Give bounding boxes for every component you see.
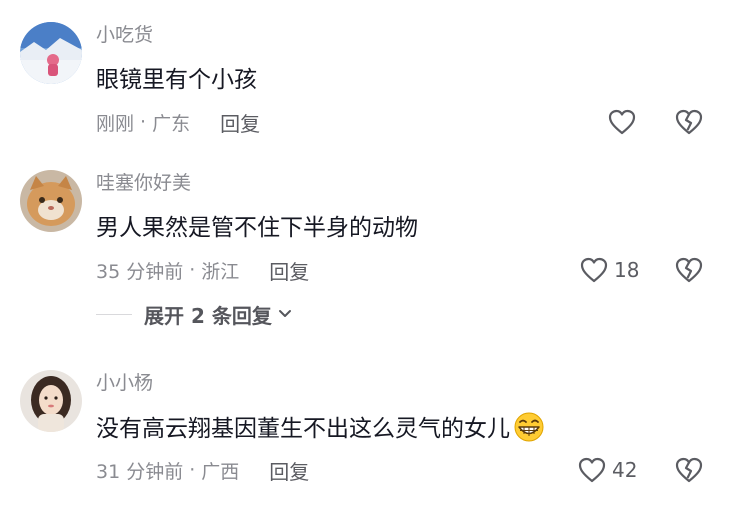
expand-replies-label[interactable]: 展开 2 条回复 [144,300,272,329]
dislike-button[interactable] [675,254,705,286]
comment-meta: 31 分钟前 · 广西 回复 [96,456,309,484]
like-button[interactable] [608,106,636,138]
separator: · [189,259,196,281]
heart-outline-icon [608,109,636,135]
avatar[interactable] [20,370,82,432]
reply-button[interactable]: 回复 [269,456,309,485]
comment-time: 35 分钟前 [96,260,184,283]
comment-location: 广东 [152,112,191,135]
comment-text: 眼镜里有个小孩 [96,67,257,93]
expand-replies[interactable]: 展开 2 条回复 [96,300,292,328]
grinning-emoji-icon [512,412,546,451]
like-button[interactable]: 42 [578,454,637,486]
separator: · [140,111,147,133]
comment-meta: 刚刚 · 广东 回复 [96,108,260,136]
comment-text: 没有高云翔基因董生不出这么灵气的女儿 [96,412,546,451]
comment-text-body: 没有高云翔基因董生不出这么灵气的女儿 [96,416,510,442]
heart-outline-icon [580,257,608,283]
like-count: 18 [614,258,640,282]
comment-item: 哇塞你好美 男人果然是管不住下半身的动物 35 分钟前 · 浙江 回复 18 [0,170,735,320]
broken-heart-icon [675,109,703,135]
divider-line [96,313,132,315]
like-button[interactable]: 18 [580,254,639,286]
username[interactable]: 哇塞你好美 [96,170,191,196]
dislike-button[interactable] [675,454,705,486]
comment-time: 刚刚 [96,112,135,135]
comment-item: 小吃货 眼镜里有个小孩 刚刚 · 广东 回复 [0,22,735,172]
separator: · [189,459,196,481]
comment-text: 男人果然是管不住下半身的动物 [96,215,418,241]
reply-button[interactable]: 回复 [269,256,309,285]
comment-time: 31 分钟前 [96,460,184,483]
avatar[interactable] [20,170,82,232]
heart-outline-icon [578,457,606,483]
comment-item: 小小杨 没有高云翔基因董生不出这么灵气的女儿 31 分钟前 · 广西 回复 42 [0,370,735,520]
like-count: 42 [612,458,638,482]
username[interactable]: 小吃货 [96,22,153,48]
reply-button[interactable]: 回复 [220,108,260,137]
comment-location: 广西 [201,460,240,483]
broken-heart-icon [675,457,703,483]
chevron-down-icon [278,310,291,317]
comment-location: 浙江 [201,260,240,283]
broken-heart-icon [675,257,703,283]
dislike-button[interactable] [675,106,705,138]
comment-meta: 35 分钟前 · 浙江 回复 [96,256,309,284]
avatar[interactable] [20,22,82,84]
username[interactable]: 小小杨 [96,370,153,396]
